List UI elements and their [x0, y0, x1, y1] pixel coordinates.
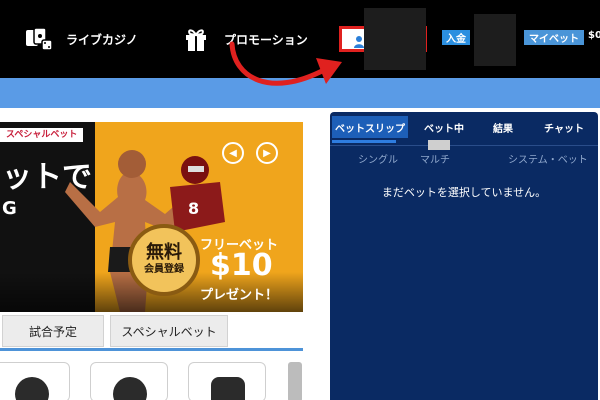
banner-next-button[interactable]: ▶ — [256, 142, 278, 164]
tab-bet-slip[interactable]: ベットスリップ — [332, 116, 408, 138]
bonus-amount: $10 — [210, 248, 273, 283]
free-signup-badge: 無料 会員登録 — [128, 224, 200, 296]
badge-line1: 無料 — [146, 242, 182, 263]
chevron-right-icon: ▶ — [263, 147, 271, 159]
sport-ball-icon — [113, 377, 147, 400]
tab-special-bet[interactable]: スペシャルベット — [110, 315, 228, 347]
tab-chat[interactable]: チャット — [536, 116, 592, 138]
svg-text:8: 8 — [188, 199, 199, 218]
bet-slip-panel: ベットスリップ ベット中 結果 チャット シングル マルチ システム・ベット ま… — [330, 112, 598, 400]
empty-slip-message: まだベットを選択していません。 — [381, 186, 547, 199]
tab-open-bets[interactable]: ベット中 — [416, 116, 472, 138]
promo-banner[interactable]: 8 スペシャルベット ットで G ◀ ▶ 無料 会員登録 フリーベット $10 … — [0, 122, 303, 312]
gift-icon — [182, 26, 212, 52]
sport-card[interactable] — [90, 362, 168, 400]
present-label: プレゼント！ — [200, 288, 279, 303]
deposit-button[interactable]: 入金 — [442, 30, 470, 45]
subtab-single[interactable]: シングル — [358, 150, 398, 166]
sport-ball-icon — [211, 377, 245, 400]
subtab-system-bet[interactable]: システム・ベット — [508, 150, 588, 166]
subtab-multi[interactable]: マルチ — [420, 150, 450, 166]
tab-schedule[interactable]: 試合予定 — [2, 315, 104, 347]
banner-subline: G — [2, 198, 17, 219]
banner-headline: ットで — [2, 160, 92, 195]
slip-divider — [330, 145, 598, 146]
annotation-arrow — [229, 41, 342, 86]
redacted-block — [474, 14, 516, 66]
balance-text: $0 — [588, 30, 600, 41]
tab-underline — [0, 348, 303, 351]
nav-live-casino[interactable]: ライブカジノ — [24, 24, 138, 54]
sport-card[interactable] — [188, 362, 266, 400]
banner-prev-button[interactable]: ◀ — [222, 142, 244, 164]
sport-ball-icon — [15, 377, 49, 400]
banner-tag: スペシャルベット — [0, 128, 84, 142]
tab-results[interactable]: 結果 — [482, 116, 524, 138]
sport-card[interactable] — [0, 362, 70, 400]
chevron-left-icon: ◀ — [229, 147, 237, 159]
active-tab-indicator — [332, 140, 396, 143]
page: ライブカジノ プロモーション 入金 マイベット $0 8 スペシャルベット ット… — [0, 0, 600, 400]
nav-live-casino-label: ライブカジノ — [66, 32, 138, 47]
my-bet-button[interactable]: マイベット — [524, 30, 584, 45]
live-casino-icon — [24, 26, 54, 52]
badge-line2: 会員登録 — [144, 264, 184, 275]
redacted-block — [364, 8, 426, 70]
open-bets-count-badge — [428, 140, 450, 150]
scrollbar-thumb[interactable] — [288, 362, 302, 400]
